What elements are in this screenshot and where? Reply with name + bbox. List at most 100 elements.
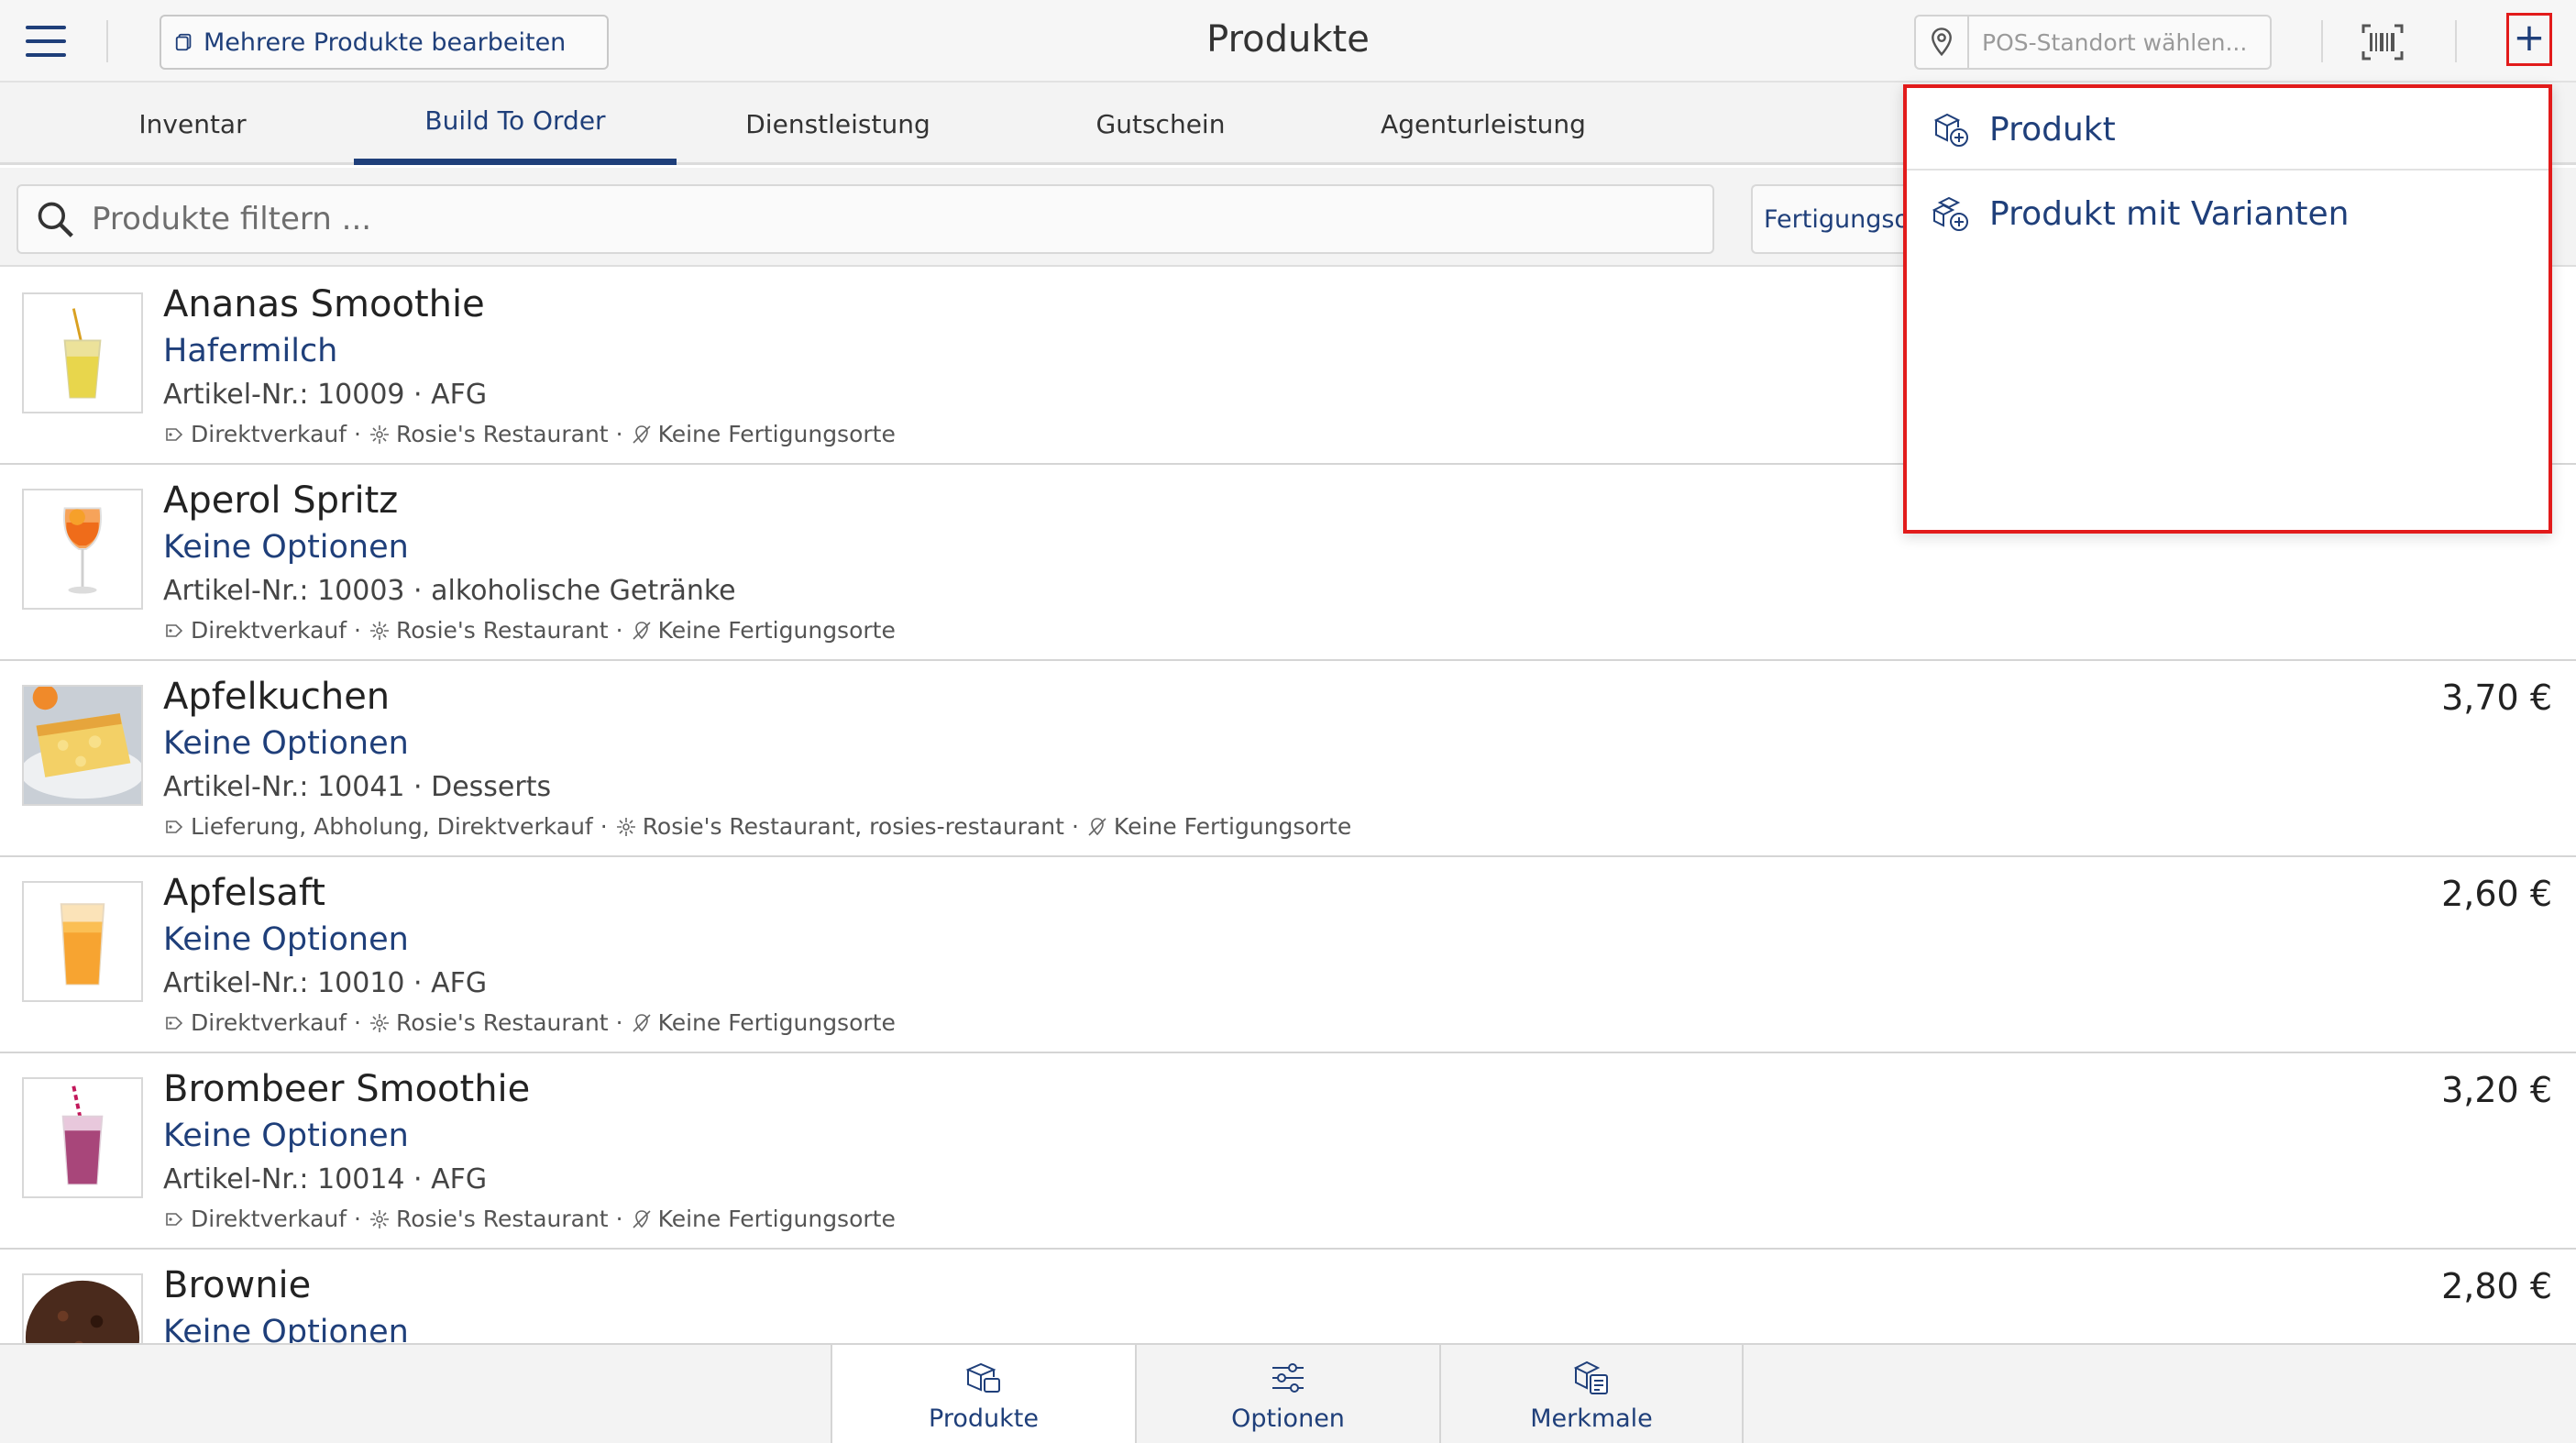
add-product-button[interactable]: + [2506,13,2552,66]
product-name: Brombeer Smoothie [163,1068,531,1110]
sales-channel-icon [166,623,183,637]
product-options: Keine Optionen [163,1314,409,1343]
tab-dienstleistung[interactable]: Dienstleistung [677,83,999,165]
sliders-icon [1272,1363,1304,1393]
product-channels: Lieferung, Abholung, Direktverkauf [191,813,593,840]
bottom-navigation: Produkte Optionen Merkmale [0,1343,2576,1443]
production-location-icon [632,424,651,444]
dropdown-item-label: Produkt mit Varianten [1989,194,2350,233]
menu-icon[interactable] [26,26,66,57]
product-meta: Direktverkauf · Rosie's Restaurant · Keine… [163,1009,896,1036]
product-meta: Direktverkauf · Rosie's Restaurant · Keine… [163,617,896,644]
location-cluster-icon [370,424,389,444]
product-price: 3,20 € [2441,1070,2552,1110]
nav-optionen[interactable]: Optionen [1135,1345,1439,1443]
product-locations: Rosie's Restaurant [396,617,609,644]
product-options: Keine Optionen [163,921,409,958]
production-location-icon [632,1209,651,1228]
product-options: Hafermilch [163,333,338,369]
production-location-icon [1088,817,1106,836]
location-pin-icon [1932,28,1952,57]
nav-produkte[interactable]: Produkte [831,1345,1135,1443]
product-options: Keine Optionen [163,725,409,762]
sales-channel-icon [166,1212,183,1226]
multi-edit-label: Mehrere Produkte bearbeiten [204,28,567,57]
product-article-number: Artikel-Nr.: 10014 · AFG [163,1163,488,1195]
product-price: 3,70 € [2441,677,2552,718]
product-locations: Rosie's Restaurant, rosies-restaurant [642,813,1064,840]
product-image [22,489,143,610]
product-image [22,1273,143,1343]
dropdown-item-label: Produkt [1989,110,2116,149]
list-item[interactable]: Apfelkuchen Keine Optionen Artikel-Nr.: … [0,661,2576,857]
attributes-icon [1573,1360,1608,1394]
product-article-number: Artikel-Nr.: 10010 · AFG [163,967,488,999]
sales-channel-icon [166,820,183,833]
barcode-scanner-icon[interactable] [2361,24,2404,61]
product-meta: Direktverkauf · Rosie's Restaurant · Keine… [163,421,896,447]
pos-location-placeholder: POS-Standort wählen... [1982,28,2248,56]
list-item[interactable]: Brownie Keine Optionen 2,80 € [0,1250,2576,1343]
multi-edit-button[interactable]: Mehrere Produkte bearbeiten [160,15,609,70]
divider [2321,20,2323,62]
divider [2455,20,2457,62]
nav-label: Merkmale [1530,1404,1653,1433]
product-production: Keine Fertigungsorte [657,1009,896,1036]
product-production: Keine Fertigungsorte [657,421,896,447]
pos-location-select[interactable]: POS-Standort wählen... [1914,15,2272,70]
production-location-icon [632,1013,651,1032]
product-name: Brownie [163,1264,312,1306]
top-bar: Mehrere Produkte bearbeiten Produkte POS… [0,0,2576,83]
product-channels: Direktverkauf [191,1206,347,1232]
product-locations: Rosie's Restaurant [396,421,609,447]
product-options: Keine Optionen [163,1118,409,1154]
plus-icon: + [2513,15,2546,60]
location-cluster-icon [370,621,389,640]
sales-channel-icon [166,427,183,441]
tab-inventar[interactable]: Inventar [31,83,354,165]
product-article-number: Artikel-Nr.: 10009 · AFG [163,379,488,411]
product-name: Aperol Spritz [163,479,399,522]
location-cluster-icon [370,1209,389,1228]
product-image [22,1077,143,1198]
product-article-number: Artikel-Nr.: 10041 · Desserts [163,771,552,803]
tab-gutschein[interactable]: Gutschein [999,83,1322,165]
search-icon [38,202,73,237]
product-name: Apfelsaft [163,872,325,914]
product-production: Keine Fertigungsorte [657,1206,896,1232]
product-variants-add-icon [1932,196,1968,231]
tab-build-to-order[interactable]: Build To Order [354,83,677,165]
product-add-icon [1933,113,1968,147]
nav-label: Optionen [1231,1404,1345,1433]
products-icon [965,1362,1000,1393]
production-location-icon [632,621,651,640]
product-name: Ananas Smoothie [163,283,485,325]
list-item[interactable]: Brombeer Smoothie Keine Optionen Artikel… [0,1053,2576,1250]
product-production: Keine Fertigungsorte [1113,813,1352,840]
divider [1907,169,2548,171]
product-image [22,881,143,1002]
search-input[interactable]: Produkte filtern ... [17,184,1714,254]
product-meta: Direktverkauf · Rosie's Restaurant · Keine… [163,1206,896,1232]
product-image [22,292,143,413]
nav-merkmale[interactable]: Merkmale [1439,1345,1744,1443]
product-price: 2,80 € [2441,1266,2552,1306]
add-product-dropdown: Produkt Produkt mit Varianten [1903,84,2552,534]
nav-label: Produkte [929,1404,1039,1433]
edit-copy-icon [175,33,192,51]
product-locations: Rosie's Restaurant [396,1009,609,1036]
product-name: Apfelkuchen [163,676,391,718]
product-options: Keine Optionen [163,529,409,566]
product-production: Keine Fertigungsorte [657,617,896,644]
dropdown-item-produkt-mit-varianten[interactable]: Produkt mit Varianten [1907,172,2548,255]
product-locations: Rosie's Restaurant [396,1206,609,1232]
product-price: 2,60 € [2441,874,2552,914]
location-cluster-icon [616,817,635,836]
product-article-number: Artikel-Nr.: 10003 · alkoholische Geträn… [163,575,736,607]
tab-agenturleistung[interactable]: Agenturleistung [1322,83,1645,165]
location-cluster-icon [370,1013,389,1032]
sales-channel-icon [166,1016,183,1030]
product-channels: Direktverkauf [191,1009,347,1036]
list-item[interactable]: Apfelsaft Keine Optionen Artikel-Nr.: 10… [0,857,2576,1053]
dropdown-item-produkt[interactable]: Produkt [1907,88,2548,171]
